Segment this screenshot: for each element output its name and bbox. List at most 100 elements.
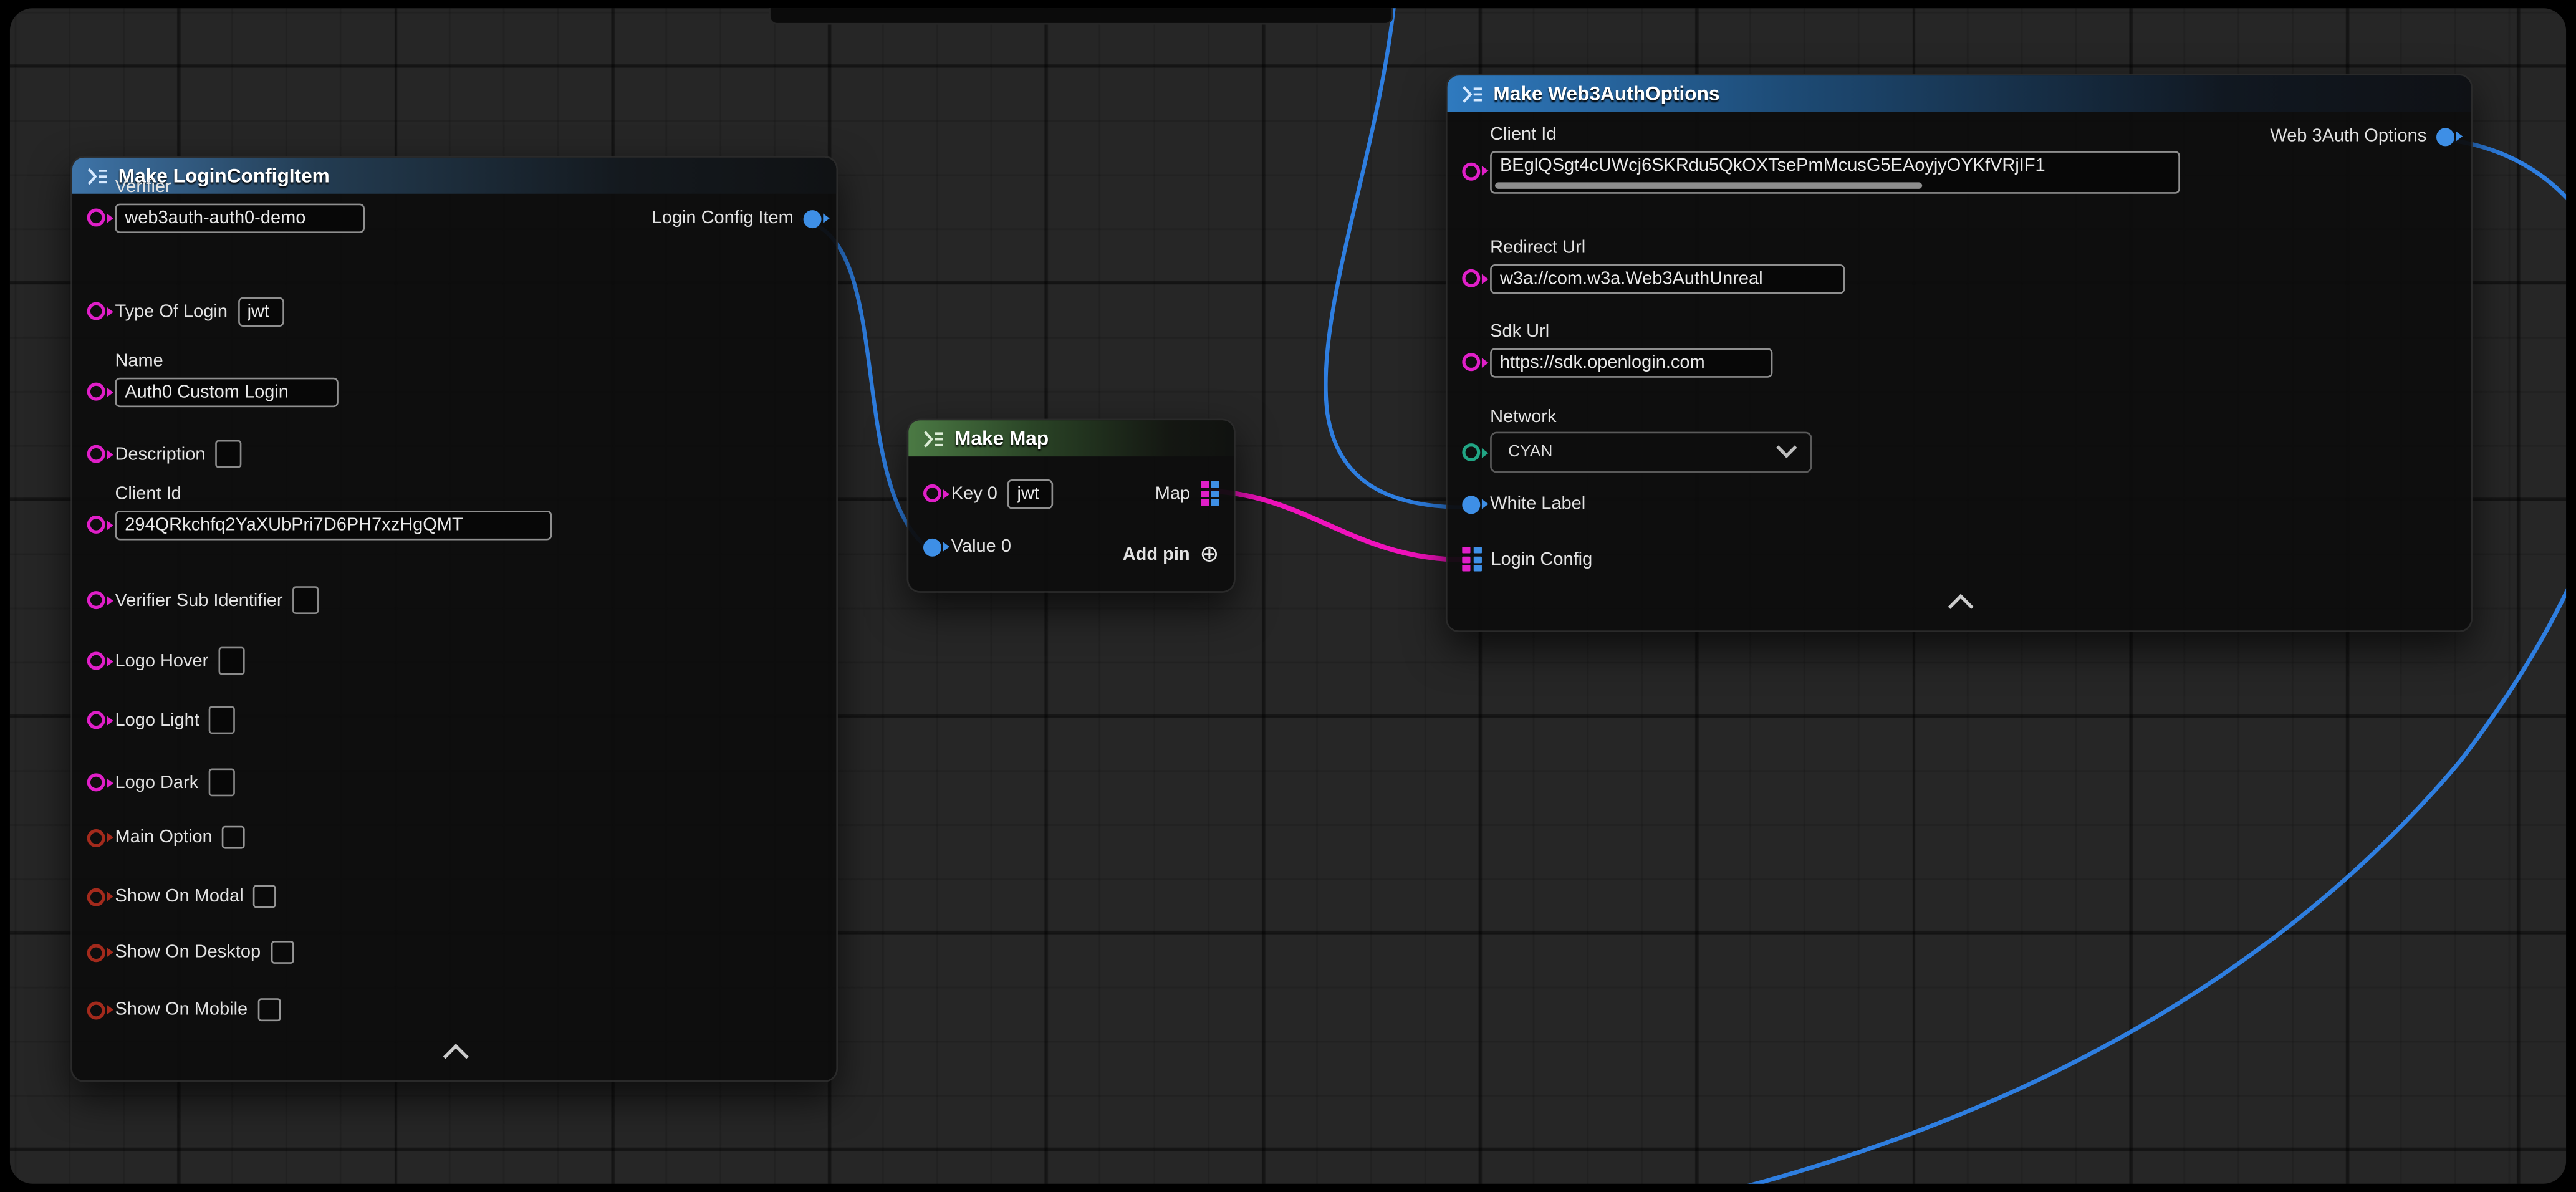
pin-row-network: Network CYAN xyxy=(1462,407,2456,473)
show-on-desktop-checkbox[interactable] xyxy=(271,941,294,964)
pin-row-white-label: White Label xyxy=(1462,494,2456,514)
blueprint-canvas[interactable]: Make LoginConfigItem Verifier Login Conf… xyxy=(10,8,2566,1184)
node-title: Make Map xyxy=(954,427,1049,450)
client-id-pin[interactable] xyxy=(1462,161,1480,180)
logo-light-input[interactable] xyxy=(209,706,236,734)
logo-hover-pin[interactable] xyxy=(87,652,105,670)
description-pin[interactable] xyxy=(87,445,105,463)
collapse-chevron-icon[interactable] xyxy=(442,1044,468,1069)
logo-hover-input[interactable] xyxy=(218,647,244,675)
verifier-sub-identifier-input[interactable] xyxy=(292,586,319,614)
pin-row-logo-light: Logo Light xyxy=(87,706,822,734)
network-pin[interactable] xyxy=(1462,443,1480,461)
node-header[interactable]: Make Web3AuthOptions xyxy=(1448,75,2471,112)
horizontal-scrollbar[interactable] xyxy=(1495,181,1923,188)
description-label: Description xyxy=(115,444,205,464)
pin-row-verifier-sub-identifier: Verifier Sub Identifier xyxy=(87,586,822,614)
sdk-url-pin[interactable] xyxy=(1462,353,1480,371)
key0-pin[interactable] xyxy=(923,484,941,502)
sdk-url-label: Sdk Url xyxy=(1490,322,1772,342)
client-id-input[interactable] xyxy=(115,511,552,540)
plus-circle-icon xyxy=(1199,540,1219,569)
redirect-url-label: Redirect Url xyxy=(1490,238,1845,258)
show-on-mobile-checkbox[interactable] xyxy=(257,998,281,1021)
client-id-label: Client Id xyxy=(1490,125,2180,145)
node-make-web3authoptions[interactable]: Make Web3AuthOptions Client Id Web 3Auth… xyxy=(1446,74,2473,632)
show-on-mobile-label: Show On Mobile xyxy=(115,1000,248,1020)
client-id-pin[interactable] xyxy=(87,516,105,534)
login-config-item-output-pin[interactable] xyxy=(804,209,822,228)
make-container-icon xyxy=(923,430,944,448)
type-of-login-pin[interactable] xyxy=(87,302,105,320)
redirect-url-input[interactable] xyxy=(1490,264,1845,294)
make-struct-icon xyxy=(1462,85,1483,103)
offscreen-node-edge[interactable] xyxy=(769,8,1393,24)
pin-row-description: Description xyxy=(87,440,822,468)
node-title: Make Web3AuthOptions xyxy=(1493,82,1719,105)
network-dropdown[interactable]: CYAN xyxy=(1490,432,1812,473)
pin-row-show-on-mobile: Show On Mobile xyxy=(87,998,822,1021)
main-option-label: Main Option xyxy=(115,827,212,847)
logo-dark-pin[interactable] xyxy=(87,773,105,791)
verifier-pin[interactable] xyxy=(87,208,105,226)
show-on-desktop-pin[interactable] xyxy=(87,943,105,961)
collapse-chevron-icon[interactable] xyxy=(1947,594,1973,620)
pin-row-login-config: Login Config xyxy=(1462,547,2456,572)
name-pin[interactable] xyxy=(87,383,105,401)
output-map: Map xyxy=(1155,481,1219,506)
node-make-loginconfigitem[interactable]: Make LoginConfigItem Verifier Login Conf… xyxy=(70,156,838,1082)
pin-row-redirect-url: Redirect Url xyxy=(1462,238,2456,294)
node-header[interactable]: Make Map xyxy=(908,420,1234,456)
pin-row-name: Name xyxy=(87,352,822,408)
verifier-label: Verifier xyxy=(115,177,365,197)
wire-top-to-whitelabel[interactable] xyxy=(1325,8,1465,507)
pin-row-type-of-login: Type Of Login xyxy=(87,296,822,327)
show-on-modal-pin[interactable] xyxy=(87,887,105,905)
logo-light-label: Logo Light xyxy=(115,710,199,730)
map-output-pin[interactable] xyxy=(1200,481,1219,506)
login-config-label: Login Config xyxy=(1491,549,1592,569)
pin-row-logo-hover: Logo Hover xyxy=(87,647,822,675)
add-pin-label: Add pin xyxy=(1123,545,1190,565)
verifier-sub-identifier-pin[interactable] xyxy=(87,591,105,609)
description-input[interactable] xyxy=(215,440,241,468)
pin-row-show-on-desktop: Show On Desktop xyxy=(87,941,822,964)
show-on-desktop-label: Show On Desktop xyxy=(115,943,261,963)
add-pin-button[interactable]: Add pin xyxy=(1123,540,1219,569)
pin-row-sdk-url: Sdk Url xyxy=(1462,322,2456,378)
login-config-pin[interactable] xyxy=(1462,547,1481,572)
pin-row-client-id: Client Id xyxy=(87,484,822,541)
output-label: Login Config Item xyxy=(652,208,794,228)
node-make-map[interactable]: Make Map Key 0 Map Value 0 Add pin xyxy=(907,419,1236,593)
output-login-config-item: Login Config Item xyxy=(652,208,822,228)
logo-light-pin[interactable] xyxy=(87,711,105,729)
name-label: Name xyxy=(115,352,338,372)
wire-map-to-loginconfig[interactable] xyxy=(1208,491,1466,560)
value0-pin[interactable] xyxy=(923,538,941,556)
main-option-checkbox[interactable] xyxy=(223,826,246,849)
white-label-label: White Label xyxy=(1490,494,1585,514)
key0-label: Key 0 xyxy=(951,484,997,504)
pin-row-show-on-modal: Show On Modal xyxy=(87,885,822,908)
main-option-pin[interactable] xyxy=(87,829,105,847)
verifier-input[interactable] xyxy=(115,204,365,233)
web3auth-options-output-pin[interactable] xyxy=(2436,127,2454,145)
redirect-url-pin[interactable] xyxy=(1462,269,1480,287)
logo-hover-label: Logo Hover xyxy=(115,651,208,671)
type-of-login-label: Type Of Login xyxy=(115,301,228,321)
output-label: Web 3Auth Options xyxy=(2270,127,2426,147)
show-on-modal-checkbox[interactable] xyxy=(254,885,277,908)
sdk-url-input[interactable] xyxy=(1490,348,1772,377)
name-input[interactable] xyxy=(115,378,338,407)
output-web3auth-options: Web 3Auth Options xyxy=(2270,127,2454,147)
map-output-label: Map xyxy=(1155,484,1190,504)
value0-label: Value 0 xyxy=(951,537,1011,557)
chevron-down-icon xyxy=(1776,437,1797,458)
logo-dark-input[interactable] xyxy=(208,769,234,797)
white-label-pin[interactable] xyxy=(1462,495,1480,513)
verifier-sub-identifier-label: Verifier Sub Identifier xyxy=(115,590,282,610)
pin-row-main-option: Main Option xyxy=(87,826,822,849)
type-of-login-input[interactable] xyxy=(238,297,284,327)
show-on-mobile-pin[interactable] xyxy=(87,1001,105,1019)
key0-input[interactable] xyxy=(1007,479,1054,509)
